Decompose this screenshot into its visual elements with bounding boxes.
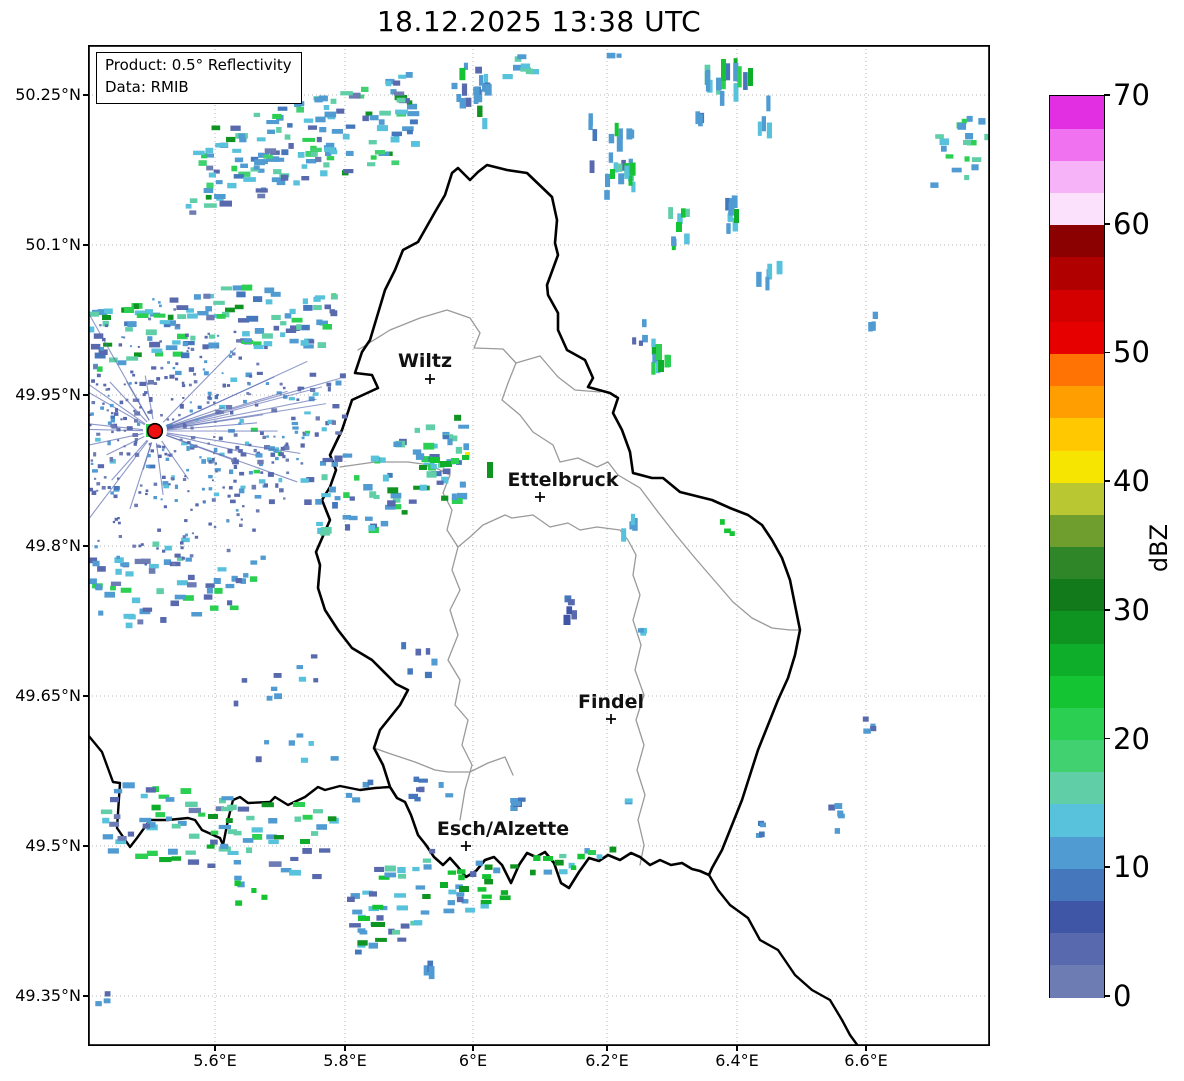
colorbar-segment	[1050, 836, 1104, 869]
y-tick-label: 49.95°N	[15, 385, 81, 404]
city-marker	[461, 841, 471, 851]
colorbar-segment	[1050, 192, 1104, 226]
radar-map-svg: Wiltz Ettelbruck Findel Esch/Alzette	[88, 45, 990, 1046]
colorbar-tick-label: 70	[1113, 78, 1150, 112]
colorbar-tick-mark	[1104, 866, 1110, 869]
city-marker	[425, 374, 435, 384]
colorbar-tick-label: 50	[1113, 335, 1150, 370]
colorbar-segment	[1050, 546, 1104, 580]
colorbar-segment	[1050, 610, 1104, 644]
colorbar-segment	[1050, 353, 1104, 387]
colorbar-segment	[1050, 256, 1104, 290]
radar-site-marker	[146, 422, 164, 440]
y-tick-mark	[83, 845, 88, 847]
y-tick-mark	[83, 244, 88, 246]
colorbar-unit-label: dBZ	[1145, 523, 1173, 573]
radar-screenshot: 18.12.2025 13:38 UTC Wiltz Ettelbruck Find…	[0, 0, 1184, 1081]
colorbar-segment	[1050, 707, 1104, 741]
colorbar-segment	[1050, 643, 1104, 676]
colorbar-segment	[1050, 321, 1104, 354]
y-tick-mark	[83, 695, 88, 697]
colorbar-segment	[1050, 868, 1104, 901]
echo-cells	[88, 52, 990, 1007]
colorbar-tick-label: 30	[1113, 592, 1150, 627]
product-label: Product: 0.5° Reflectivity	[105, 56, 292, 74]
colorbar-tick-mark	[1104, 995, 1110, 997]
colorbar-tick-mark	[1104, 351, 1110, 354]
data-source-label: Data: RMIB	[105, 77, 189, 96]
y-tick-label: 49.8°N	[25, 536, 81, 555]
colorbar-segment	[1050, 224, 1104, 258]
colorbar-tick-mark	[1104, 480, 1110, 482]
colorbar-tick-label: 10	[1113, 850, 1150, 885]
info-box: Product: 0.5° Reflectivity Data: RMIB	[96, 52, 302, 104]
internal-borders	[339, 309, 801, 866]
y-tick-mark	[83, 394, 88, 396]
x-tick-mark	[606, 1046, 608, 1051]
colorbar-segment	[1050, 739, 1104, 773]
colorbar-segment	[1050, 160, 1104, 194]
colorbar-segment	[1050, 964, 1104, 998]
colorbar-tick-mark	[1104, 222, 1110, 225]
colorbar-segment	[1050, 482, 1104, 515]
city-label: Findel	[578, 691, 644, 713]
colorbar-segment	[1050, 932, 1104, 966]
colorbar-segment	[1050, 771, 1104, 805]
y-tick-mark	[83, 94, 88, 96]
y-tick-label: 49.35°N	[15, 986, 81, 1005]
colorbar-segment	[1050, 900, 1104, 934]
map-plot-area: Wiltz Ettelbruck Findel Esch/Alzette	[88, 45, 990, 1046]
y-tick-label: 49.65°N	[15, 686, 81, 705]
y-tick-label: 50.1°N	[25, 235, 81, 254]
colorbar-segment	[1050, 578, 1104, 612]
colorbar-segment	[1050, 803, 1104, 837]
colorbar-tick-mark	[1104, 609, 1110, 611]
x-tick-mark	[472, 1046, 474, 1051]
colorbar-tick-label: 0	[1113, 979, 1132, 1013]
city-label: Ettelbruck	[508, 469, 619, 491]
city-marker	[606, 714, 616, 724]
city-label: Esch/Alzette	[437, 818, 569, 840]
colorbar-tick-label: 60	[1113, 206, 1150, 241]
y-tick-label: 50.25°N	[15, 85, 81, 104]
colorbar-tick-label: 20	[1113, 721, 1150, 756]
colorbar-segment	[1050, 385, 1104, 419]
y-tick-mark	[83, 545, 88, 547]
page-title: 18.12.2025 13:38 UTC	[376, 5, 702, 38]
colorbar-tick-mark	[1104, 737, 1110, 740]
colorbar-tick-mark	[1104, 94, 1110, 96]
colorbar-segment	[1050, 128, 1104, 161]
x-tick-mark	[736, 1046, 738, 1051]
colorbar-segment	[1050, 449, 1104, 483]
colorbar-segment	[1050, 514, 1104, 548]
colorbar	[1049, 95, 1105, 998]
colorbar-segment	[1050, 289, 1104, 322]
x-tick-label: 6.6°E	[844, 1051, 888, 1070]
y-tick-mark	[83, 995, 88, 997]
x-tick-mark	[214, 1046, 216, 1051]
city-marker	[535, 492, 545, 502]
city-label: Wiltz	[398, 350, 452, 372]
x-tick-label: 6.4°E	[715, 1051, 759, 1070]
x-tick-mark	[344, 1046, 346, 1051]
x-tick-label: 5.6°E	[193, 1051, 237, 1070]
colorbar-tick-label: 40	[1113, 464, 1150, 499]
x-tick-mark	[865, 1046, 867, 1051]
colorbar-segment	[1050, 96, 1104, 129]
colorbar-segment	[1050, 675, 1104, 708]
x-tick-label: 6.2°E	[585, 1051, 629, 1070]
y-tick-label: 49.5°N	[25, 836, 81, 855]
x-tick-label: 6°E	[458, 1051, 488, 1070]
x-tick-label: 5.8°E	[323, 1051, 367, 1070]
colorbar-segment	[1050, 417, 1104, 451]
